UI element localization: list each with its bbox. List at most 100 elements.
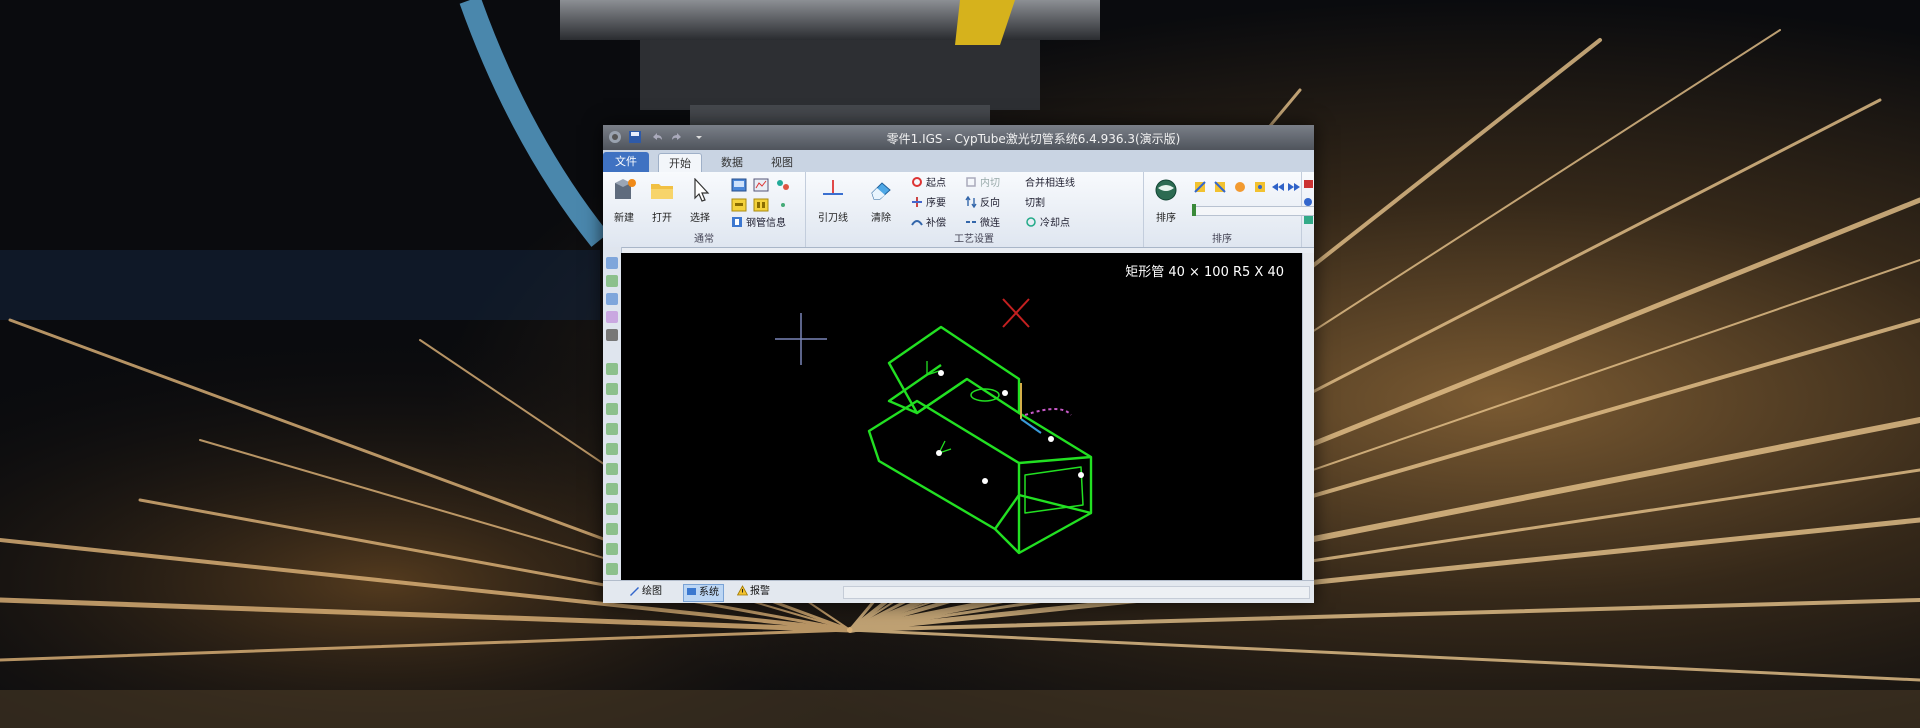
sort-label: 排序 (1156, 213, 1176, 224)
order-icon (912, 197, 922, 207)
select-button-label: 选择 (690, 213, 710, 224)
inner-cut-label: 内切 (980, 178, 1000, 189)
layer-yellow-2-icon[interactable] (753, 198, 769, 212)
overflow-tool-3-icon[interactable] (1303, 214, 1314, 226)
eraser-icon (871, 182, 891, 200)
bottom-tab-bar: 绘图 系统 报警 (603, 580, 1314, 603)
cool-point-icon (1026, 217, 1036, 227)
tool-text-icon[interactable] (606, 443, 618, 455)
tool-rect-icon[interactable] (606, 363, 618, 375)
tool-measure-icon[interactable] (606, 463, 618, 475)
clear-button[interactable]: 清除 (861, 178, 901, 224)
cool-point-label: 冷却点 (1040, 218, 1070, 229)
new-file-icon (615, 179, 636, 199)
vertical-scrollbar[interactable] (1302, 253, 1314, 580)
origin-crosshair-icon (775, 313, 827, 365)
tool-misc-icon[interactable] (606, 563, 618, 575)
ribbon-group-process: 引刀线 清除 起点 序要 补偿 内切 反向 微连 合并相连线 切割 冷却点 工艺… (805, 172, 1144, 247)
open-button[interactable]: 打开 (645, 178, 679, 224)
layer-yellow-icon[interactable] (731, 198, 747, 212)
start-point-button[interactable]: 起点 (911, 176, 946, 192)
sort-globe-icon (1155, 179, 1177, 201)
tab-alarm-label: 报警 (750, 586, 770, 597)
sort-progress-slider[interactable] (1192, 204, 1314, 216)
tab-drawing-label: 绘图 (642, 586, 662, 597)
tab-file[interactable]: 文件 (603, 152, 649, 172)
lead-line-button[interactable]: 引刀线 (811, 178, 855, 224)
tab-alarm[interactable]: 报警 (735, 584, 774, 600)
tool-mirror-icon[interactable] (606, 483, 618, 495)
axis-gizmo-icon (1020, 383, 1072, 434)
clear-label: 清除 (871, 213, 891, 224)
warning-icon (737, 585, 748, 596)
app-window: 零件1.IGS - CypTube激光切管系统6.4.936.3(演示版) 文件… (603, 125, 1314, 603)
reverse-button[interactable]: 反向 (965, 196, 1000, 212)
tab-data[interactable]: 数据 (711, 153, 753, 172)
tool-line-icon[interactable] (606, 293, 618, 305)
red-cross-marker-icon (1002, 298, 1030, 328)
part-drawing (775, 298, 1093, 555)
tool-scale-icon[interactable] (606, 523, 618, 535)
sort-button[interactable]: 排序 (1149, 178, 1183, 224)
folder-icon (651, 184, 673, 199)
select-button[interactable]: 选择 (683, 177, 717, 224)
order-button[interactable]: 序要 (911, 196, 946, 212)
start-point-label: 起点 (926, 178, 946, 189)
cut-button[interactable]: 切割 (1025, 196, 1045, 212)
sort-tool-4-icon[interactable] (1253, 180, 1267, 194)
rewind-icon[interactable] (1271, 180, 1285, 194)
ribbon-group-browse: 新建 打开 选择 钢管信息 通常 (603, 172, 806, 247)
sort-tool-2-icon[interactable] (1213, 180, 1227, 194)
cursor-arrow-icon (694, 177, 710, 202)
sort-tool-3-icon[interactable] (1233, 180, 1247, 194)
micro-joint-icon (966, 221, 976, 223)
drawing-canvas[interactable]: 矩形管 40 × 100 R5 X 40 (621, 253, 1302, 580)
tool-arc-icon[interactable] (606, 311, 618, 323)
part-outline (867, 325, 1093, 555)
small-tool-icon[interactable] (775, 198, 791, 212)
micro-joint-label: 微连 (980, 218, 1000, 229)
drawing-icon (630, 587, 639, 596)
tool-circle-icon[interactable] (606, 403, 618, 415)
window-title: 零件1.IGS - CypTube激光切管系统6.4.936.3(演示版) (886, 132, 1181, 146)
tool-dot-icon[interactable] (606, 329, 618, 341)
fast-forward-icon[interactable] (1287, 180, 1301, 194)
group-label-browse: 通常 (694, 234, 714, 245)
group-label-sort: 排序 (1212, 234, 1232, 245)
display-window-icon[interactable] (731, 178, 747, 192)
overflow-tool-1-icon[interactable] (1303, 178, 1314, 190)
overflow-tool-2-icon[interactable] (1303, 196, 1314, 208)
tab-view[interactable]: 视图 (761, 153, 803, 172)
merge-common-button[interactable]: 合并相连线 (1025, 176, 1075, 192)
tab-start[interactable]: 开始 (658, 153, 702, 173)
merge-common-label: 合并相连线 (1025, 178, 1075, 189)
slider-thumb[interactable] (1192, 204, 1196, 216)
chart-window-icon[interactable] (753, 178, 769, 192)
inner-cut-button[interactable]: 内切 (965, 176, 1000, 192)
pipe-info-icon (732, 217, 742, 227)
title-bar: 零件1.IGS - CypTube激光切管系统6.4.936.3(演示版) (603, 125, 1314, 150)
tab-system[interactable]: 系统 (683, 584, 724, 602)
group-label-process: 工艺设置 (954, 234, 994, 245)
tab-system-label: 系统 (699, 587, 719, 598)
start-point-icon (912, 177, 922, 187)
open-button-label: 打开 (652, 213, 672, 224)
color-tool-icon[interactable] (775, 178, 791, 192)
cut-label: 切割 (1025, 198, 1045, 209)
tab-drawing[interactable]: 绘图 (627, 584, 666, 600)
new-button[interactable]: 新建 (607, 178, 641, 224)
reverse-icon (965, 196, 977, 208)
horizontal-scrollbar[interactable] (843, 586, 1310, 599)
compensate-label: 补偿 (926, 218, 946, 229)
tool-array-icon[interactable] (606, 543, 618, 555)
tool-polygon-icon[interactable] (606, 423, 618, 435)
order-label: 序要 (926, 198, 946, 209)
tool-rotate-icon[interactable] (606, 503, 618, 515)
ribbon-group-overflow (1301, 172, 1314, 247)
sort-tool-1-icon[interactable] (1193, 180, 1207, 194)
tool-rect2-icon[interactable] (606, 383, 618, 395)
ribbon-tab-row: 文件 开始 数据 视图 (603, 150, 1314, 173)
tool-point-icon[interactable] (606, 275, 618, 287)
inner-cut-icon (966, 177, 976, 187)
tool-select-icon[interactable] (606, 257, 618, 269)
